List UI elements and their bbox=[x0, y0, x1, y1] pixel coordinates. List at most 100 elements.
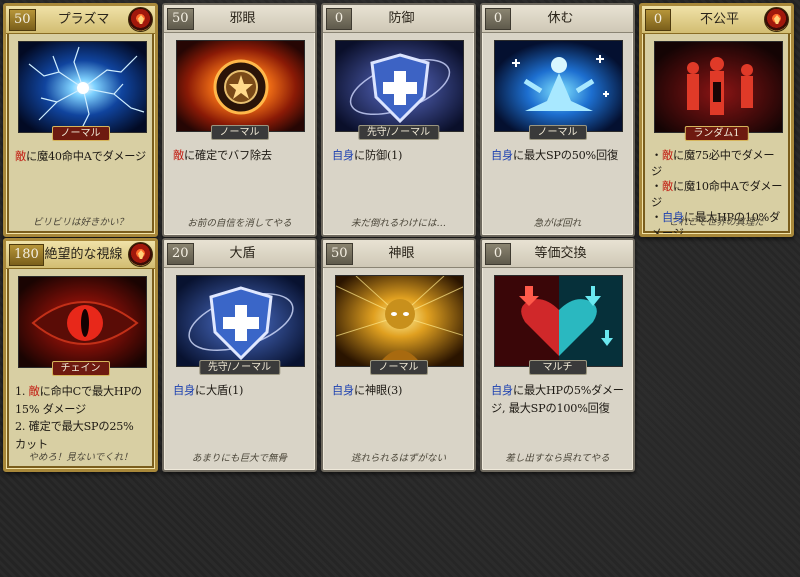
effect-line: 敵に魔40命中Aでダメージ bbox=[15, 148, 149, 166]
effect-text: に魔40命中Aでダメージ bbox=[26, 150, 147, 163]
card-effect: 自身に防御(1) bbox=[332, 147, 468, 207]
effect-line: 自身に最大SPの50%回復 bbox=[491, 147, 627, 165]
card-type-tag: ノーマル bbox=[528, 125, 587, 140]
effect-line: ・敵に魔10命中Aでダメージ bbox=[651, 179, 785, 210]
card-type-tag: ノーマル bbox=[369, 360, 428, 375]
card-cost: 0 bbox=[645, 9, 671, 31]
effect-line: 15% ダメージ bbox=[15, 401, 149, 419]
meditation-art bbox=[494, 40, 623, 132]
effect-keyword: 敵 bbox=[15, 150, 26, 163]
cross-shield-art bbox=[176, 275, 305, 367]
effect-text: メージ bbox=[651, 226, 684, 237]
card-type-tag: チェイン bbox=[51, 361, 110, 376]
divine-monk-art bbox=[335, 275, 464, 367]
effect-keyword: 自身 bbox=[332, 384, 354, 397]
card-flavor-text: やめろ！見ないでくれ！ bbox=[28, 452, 133, 463]
effect-keyword: 敵 bbox=[662, 180, 673, 193]
effect-prefix: ・ bbox=[651, 149, 662, 162]
effect-text: に大盾(1) bbox=[194, 384, 244, 397]
effect-prefix: 1. bbox=[15, 385, 29, 398]
card-name: 防御 bbox=[388, 11, 415, 26]
skill-card-divine-eye[interactable]: 50 神眼 ノーマル 自身に神眼(3) 逃れられるはずがない bbox=[321, 238, 476, 472]
card-name: 不公平 bbox=[699, 12, 739, 27]
effect-line: ・敵に魔75必中でダメージ bbox=[651, 148, 785, 179]
card-header: 0 等価交換 bbox=[482, 240, 633, 268]
effect-line: 自身に大盾(1) bbox=[173, 382, 309, 400]
skill-card-equivalent-exchange[interactable]: 0 等価交換 マルチ 自身に最大HPの5%ダメー ジ, 最大SPの100%回復 … bbox=[480, 238, 635, 472]
effect-keyword: 自身 bbox=[332, 149, 354, 162]
card-name: 等価交換 bbox=[534, 246, 587, 261]
card-cost: 20 bbox=[167, 243, 194, 265]
skill-card-plasma[interactable]: 50 プラズマ ノーマル 敵に魔40命中Aでダメージ ビリビリは好きかい？ bbox=[3, 3, 158, 237]
card-effect: 自身に最大SPの50%回復 bbox=[491, 147, 627, 207]
card-cost: 50 bbox=[326, 243, 353, 265]
card-name: 大盾 bbox=[229, 246, 256, 261]
card-flavor-text: 未だ倒れるわけには… bbox=[350, 218, 446, 229]
effect-text: に命中Cで最大HPの bbox=[39, 385, 142, 398]
effect-keyword: 敵 bbox=[28, 385, 40, 398]
effect-text: に防御(1) bbox=[353, 149, 403, 162]
card-header: 0 休む bbox=[482, 5, 633, 33]
effect-line: 1. 敵に命中Cで最大HPの bbox=[15, 383, 149, 401]
card-flavor-text: あまりにも巨大で無骨 bbox=[191, 453, 287, 464]
card-flavor-text: 急がば回れ bbox=[533, 218, 582, 229]
rarity-emblem-icon bbox=[764, 7, 789, 32]
card-name: プラズマ bbox=[57, 12, 110, 27]
card-header: 50 邪眼 bbox=[164, 5, 315, 33]
card-flavor-text: 差し出すなら呉れてやる bbox=[505, 453, 610, 464]
rarity-emblem-icon bbox=[128, 242, 153, 267]
effect-keyword: 自身 bbox=[173, 384, 195, 397]
card-name: 邪眼 bbox=[229, 11, 256, 26]
effect-keyword: 自身 bbox=[491, 384, 513, 397]
card-effect: 自身に大盾(1) bbox=[173, 382, 309, 442]
card-name: 休む bbox=[547, 11, 574, 26]
card-cost: 50 bbox=[9, 9, 36, 31]
skill-card-unfair[interactable]: 0 不公平 ランダム1 ・敵に魔75必中でダメージ ・敵に魔10命中Aでダメージ… bbox=[639, 3, 794, 237]
card-type-tag: マルチ bbox=[528, 360, 587, 375]
skill-card-defense[interactable]: 0 防御 先守/ノーマル 自身に防御(1) 未だ倒れるわけには… bbox=[321, 3, 476, 237]
card-header: 50 神眼 bbox=[323, 240, 474, 268]
card-board: 50 プラズマ ノーマル 敵に魔40命中Aでダメージ ビリビリは好きかい？ 50… bbox=[0, 0, 800, 577]
skill-card-evil-eye[interactable]: 50 邪眼 ノーマル 敵に確定でバフ除去 お前の自信を消してやる bbox=[162, 3, 317, 237]
effect-line: 自身に防御(1) bbox=[332, 147, 468, 165]
card-type-tag: ノーマル bbox=[210, 125, 269, 140]
effect-keyword: 敵 bbox=[662, 149, 673, 162]
card-header: 0 防御 bbox=[323, 5, 474, 33]
card-type-tag: 先守/ノーマル bbox=[198, 360, 281, 375]
skill-card-great-shield[interactable]: 20 大盾 先守/ノーマル 自身に大盾(1) あまりにも巨大で無骨 bbox=[162, 238, 317, 472]
effect-keyword: 自身 bbox=[491, 149, 513, 162]
card-flavor-text: ビリビリは好きかい？ bbox=[32, 217, 128, 228]
card-effect: 自身に神眼(3) bbox=[332, 382, 468, 442]
effect-text: に確定でバフ除去 bbox=[184, 149, 272, 162]
card-type-tag: 先守/ノーマル bbox=[357, 125, 440, 140]
effect-text: 15% ダメージ bbox=[15, 402, 87, 416]
card-flavor-text: 逃れられるはずがない bbox=[350, 453, 446, 464]
card-header: 20 大盾 bbox=[164, 240, 315, 268]
card-effect: ・敵に魔75必中でダメージ ・敵に魔10命中Aでダメージ ・自身に最大HPの10… bbox=[651, 148, 785, 234]
card-name: 神眼 bbox=[388, 246, 415, 261]
skill-card-despair-gaze[interactable]: 180 絶望的な視線 チェイン 1. 敵に命中Cで最大HPの 15% ダメージ … bbox=[3, 238, 158, 472]
effect-line: ジ, 最大SPの100%回復 bbox=[491, 400, 627, 418]
cross-shield-art bbox=[335, 40, 464, 132]
card-cost: 0 bbox=[485, 8, 511, 30]
card-effect: 1. 敵に命中Cで最大HPの 15% ダメージ 2. 確定で最大SPの25% カ… bbox=[15, 383, 149, 451]
effect-text: 2. 確定で最大SPの25% bbox=[15, 420, 134, 433]
card-header: 50 プラズマ bbox=[6, 6, 155, 34]
evil-eye-fire-art bbox=[176, 40, 305, 132]
effect-text: に最大SPの50%回復 bbox=[512, 149, 618, 162]
plasma-lightning-art bbox=[18, 41, 147, 133]
effect-line: 自身に最大HPの5%ダメー bbox=[491, 382, 627, 400]
card-effect: 敵に魔40命中Aでダメージ bbox=[15, 148, 149, 208]
card-effect: 敵に確定でバフ除去 bbox=[173, 147, 309, 207]
effect-line: 自身に神眼(3) bbox=[332, 382, 468, 400]
effect-keyword: 敵 bbox=[173, 149, 184, 162]
skill-card-rest[interactable]: 0 休む ノーマル 自身に最大SPの50%回復 急がば回れ bbox=[480, 3, 635, 237]
card-cost: 0 bbox=[326, 8, 352, 30]
effect-line: 2. 確定で最大SPの25% bbox=[15, 418, 149, 436]
card-cost: 50 bbox=[167, 8, 194, 30]
card-header: 0 不公平 bbox=[642, 6, 791, 34]
card-name: 絶望的な視線 bbox=[44, 247, 123, 262]
red-eye-art bbox=[18, 276, 147, 368]
effect-prefix: ・ bbox=[651, 180, 662, 193]
card-flavor-text: これこそ世界の真理だ bbox=[668, 217, 764, 228]
